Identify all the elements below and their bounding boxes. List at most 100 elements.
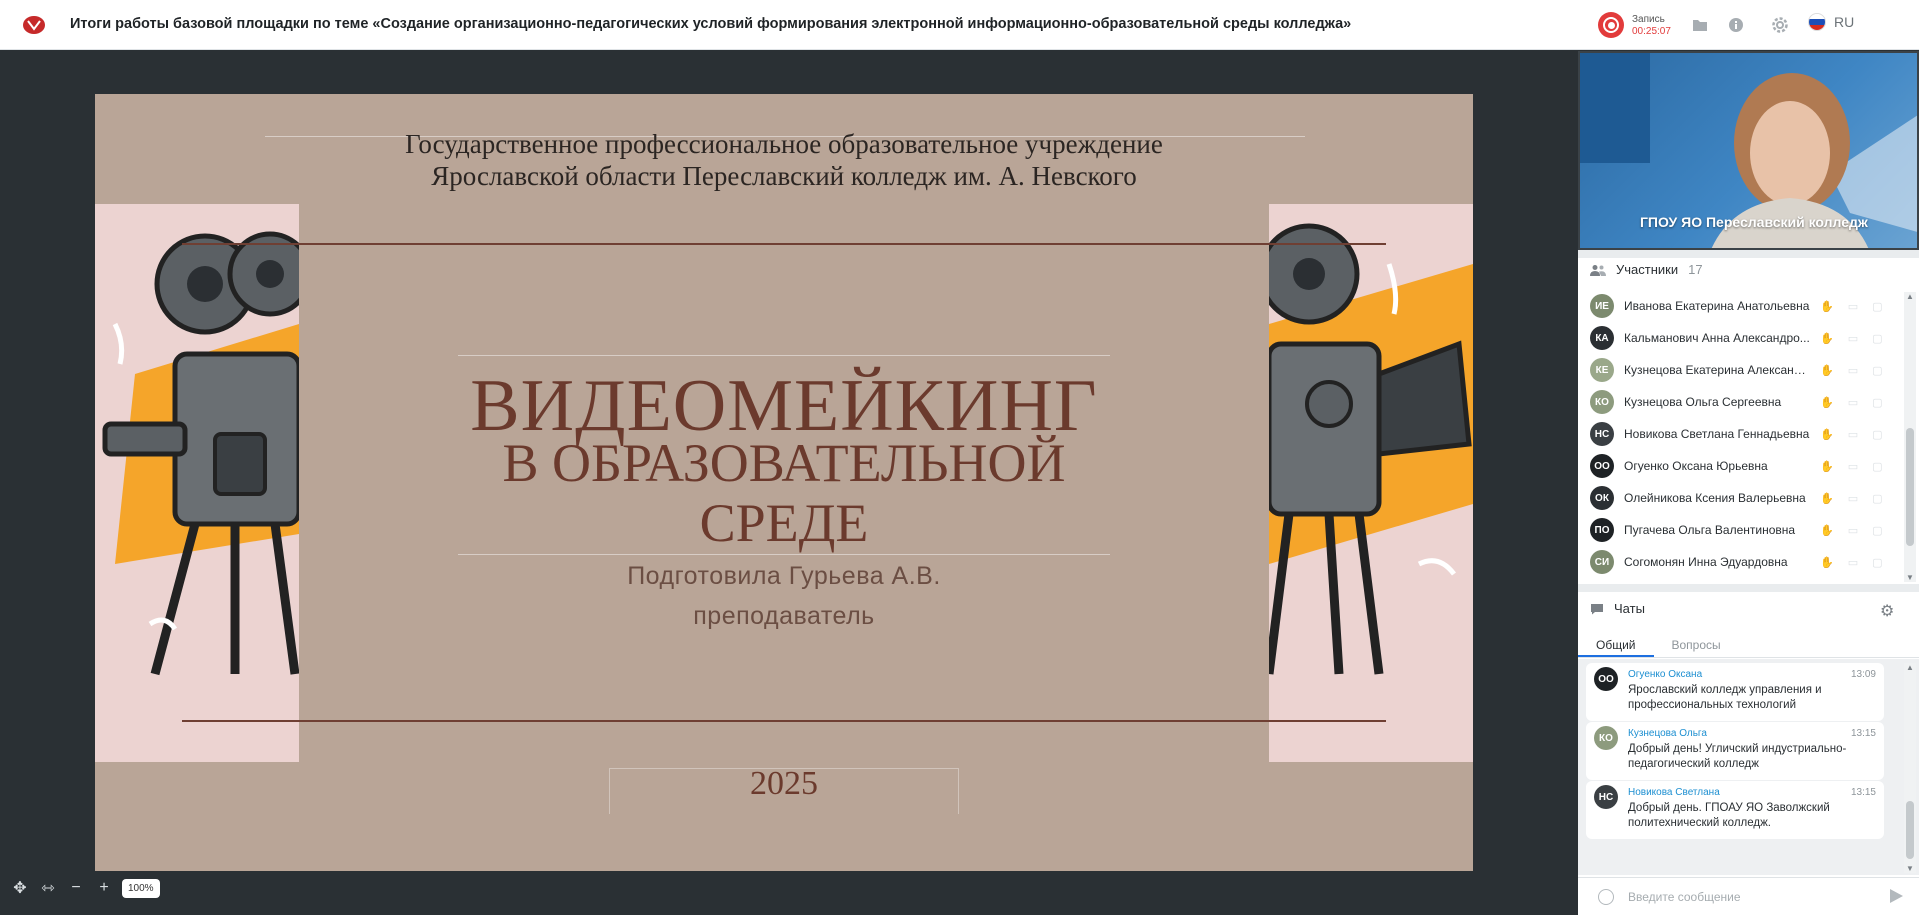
participant-row[interactable]: ИЕ Иванова Екатерина Анатольевна ✋ ▭ ▢ [1590, 290, 1890, 322]
chat-settings-gear-icon[interactable]: ⚙ [1880, 601, 1894, 621]
slide-thin-line [458, 554, 1110, 555]
folder-icon[interactable] [1688, 13, 1712, 37]
presentation-slide: Государственное профессиональное образов… [95, 94, 1473, 871]
participant-row[interactable]: ПО Пугачева Ольга Валентиновна ✋ ▭ ▢ [1590, 514, 1890, 546]
hand-icon[interactable]: ✋ [1820, 364, 1834, 377]
language-selector[interactable]: RU [1808, 13, 1854, 31]
camera-icon[interactable]: ▭ [1848, 492, 1858, 505]
participant-controls: ✋ ▭ ▢ [1820, 492, 1883, 505]
chat-message: ОО Огуенко Оксана 13:09 Ярославский колледж… [1586, 663, 1884, 721]
settings-gear-icon[interactable] [1768, 13, 1792, 37]
chat-tabs: Общий Вопросы [1578, 632, 1919, 658]
screen-icon[interactable]: ▢ [1872, 332, 1882, 345]
chat-message: НС Новикова Светлана 13:15 Добрый день. ГПО… [1586, 781, 1884, 839]
slide-author: Подготовила Гурьева А.В. [627, 562, 941, 590]
zoom-in-button[interactable]: + [94, 879, 114, 897]
participants-header[interactable]: Участники 17 [1590, 262, 1703, 277]
move-arrows-icon[interactable]: ✥ [10, 878, 30, 898]
participant-avatar: КЕ [1590, 358, 1614, 382]
chat-author[interactable]: Кузнецова Ольга [1628, 728, 1876, 739]
speaker-video[interactable]: ГПОУ ЯО Переславский колледж [1578, 51, 1919, 250]
camera-icon[interactable]: ▭ [1848, 300, 1858, 313]
participant-row[interactable]: КЕ Кузнецова Екатерина Александ... ✋ ▭ ▢ [1590, 354, 1890, 386]
panel-divider [1578, 250, 1919, 258]
participant-name: Кузнецова Ольга Сергеевна [1624, 395, 1782, 409]
camera-icon[interactable]: ▭ [1848, 556, 1858, 569]
hand-icon[interactable]: ✋ [1820, 300, 1834, 313]
chat-messages: ОО Огуенко Оксана 13:09 Ярославский колледж… [1578, 659, 1919, 875]
app-logo-icon[interactable] [22, 15, 46, 35]
speaker-name: ГПОУ ЯО Переславский колледж [1640, 214, 1868, 230]
zoom-level[interactable]: 100% [122, 878, 160, 898]
zoom-out-button[interactable]: − [66, 879, 86, 897]
hand-icon[interactable]: ✋ [1820, 556, 1834, 569]
hand-icon[interactable]: ✋ [1820, 396, 1834, 409]
meeting-title: Итоги работы базовой площадки по теме «С… [70, 16, 1352, 32]
hand-icon[interactable]: ✋ [1820, 460, 1834, 473]
participant-controls: ✋ ▭ ▢ [1820, 364, 1883, 377]
zoom-controls: ✥ ⇿ − + 100% [10, 878, 160, 898]
institution-line-1: Государственное профессиональное образов… [405, 129, 1163, 159]
participant-row[interactable]: НС Новикова Светлана Геннадьевна ✋ ▭ ▢ [1590, 418, 1890, 450]
chat-message-input[interactable] [1628, 889, 1868, 904]
info-icon[interactable] [1724, 13, 1748, 37]
screen-icon[interactable]: ▢ [1872, 524, 1882, 537]
screen-icon[interactable]: ▢ [1872, 428, 1882, 441]
chats-label: Чаты [1614, 601, 1645, 616]
participant-avatar: ОО [1590, 454, 1614, 478]
participant-row[interactable]: ОК Олейникова Ксения Валерьевна ✋ ▭ ▢ [1590, 482, 1890, 514]
participants-count: 17 [1688, 262, 1703, 277]
chat-input-row [1578, 877, 1919, 915]
institution-line-2: Ярославской области Переславский колледж… [431, 161, 1137, 191]
participant-name: Олейникова Ксения Валерьевна [1624, 491, 1806, 505]
chat-author[interactable]: Огуенко Оксана [1628, 669, 1876, 680]
participant-avatar: ПО [1590, 518, 1614, 542]
send-icon[interactable] [1890, 889, 1903, 903]
participant-row[interactable]: ОО Огуенко Оксана Юрьевна ✋ ▭ ▢ [1590, 450, 1890, 482]
participant-row[interactable]: СИ Согомонян Инна Эдуардовна ✋ ▭ ▢ [1590, 546, 1890, 578]
screen-icon[interactable]: ▢ [1872, 492, 1882, 505]
chat-text: Добрый день. ГПОАУ ЯО Заволжский политех… [1628, 802, 1830, 829]
screen-icon[interactable]: ▢ [1872, 396, 1882, 409]
language-code: RU [1834, 14, 1855, 30]
hand-icon[interactable]: ✋ [1820, 524, 1834, 537]
emoji-icon[interactable] [1598, 888, 1614, 905]
recording-label: Запись [1632, 14, 1665, 25]
slide-year: 2025 [750, 765, 818, 802]
participant-controls: ✋ ▭ ▢ [1820, 460, 1883, 473]
slide-rule-bottom [182, 720, 1386, 722]
hand-icon[interactable]: ✋ [1820, 332, 1834, 345]
camera-icon[interactable]: ▭ [1848, 364, 1858, 377]
screen-icon[interactable]: ▢ [1872, 460, 1882, 473]
chat-text: Добрый день! Угличский индустриально-пед… [1628, 743, 1847, 770]
chat-bubble-icon [1591, 603, 1603, 614]
presentation-stage: Государственное профессиональное образов… [0, 51, 1570, 915]
hand-icon[interactable]: ✋ [1820, 428, 1834, 441]
slide-title-line-3: СРЕДЕ [699, 493, 869, 553]
participant-row[interactable]: КА Кальманович Анна Александро... ✋ ▭ ▢ [1590, 322, 1890, 354]
people-icon [1590, 264, 1606, 276]
tab-questions[interactable]: Вопросы [1654, 632, 1739, 657]
participant-avatar: ИЕ [1590, 294, 1614, 318]
chat-avatar: ОО [1594, 667, 1618, 691]
fit-width-icon[interactable]: ⇿ [38, 878, 58, 898]
participant-controls: ✋ ▭ ▢ [1820, 428, 1883, 441]
chat-scrollbar[interactable]: ▲ ▼ [1904, 663, 1916, 873]
camera-icon[interactable]: ▭ [1848, 524, 1858, 537]
camera-icon[interactable]: ▭ [1848, 332, 1858, 345]
screen-icon[interactable]: ▢ [1872, 556, 1882, 569]
participant-avatar: КО [1590, 390, 1614, 414]
recording-icon[interactable] [1598, 12, 1624, 38]
screen-icon[interactable]: ▢ [1872, 300, 1882, 313]
hand-icon[interactable]: ✋ [1820, 492, 1834, 505]
tab-general[interactable]: Общий [1578, 632, 1654, 657]
participant-name: Огуенко Оксана Юрьевна [1624, 459, 1768, 473]
chat-author[interactable]: Новикова Светлана [1628, 787, 1876, 798]
camera-icon[interactable]: ▭ [1848, 396, 1858, 409]
screen-icon[interactable]: ▢ [1872, 364, 1882, 377]
participant-row[interactable]: КО Кузнецова Ольга Сергеевна ✋ ▭ ▢ [1590, 386, 1890, 418]
participants-list: ИЕ Иванова Екатерина Анатольевна ✋ ▭ ▢ КА Каль… [1590, 290, 1890, 578]
participants-scrollbar[interactable]: ▲ ▼ [1904, 292, 1916, 582]
camera-icon[interactable]: ▭ [1848, 460, 1858, 473]
camera-icon[interactable]: ▭ [1848, 428, 1858, 441]
